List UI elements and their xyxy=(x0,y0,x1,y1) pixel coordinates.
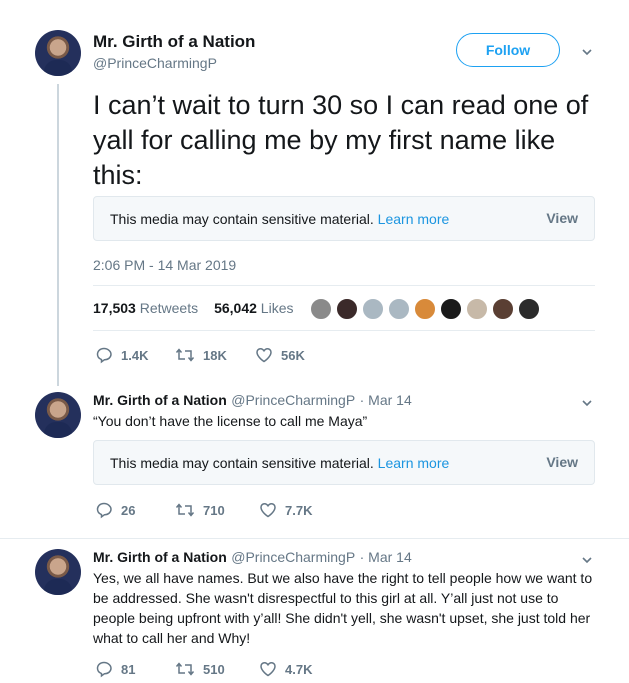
liker-avatars xyxy=(309,297,543,321)
reply-button[interactable]: 26 xyxy=(95,501,175,519)
divider xyxy=(93,330,595,331)
reply-header: Mr. Girth of a Nation @PrinceCharmingP ·… xyxy=(93,392,412,410)
avatar[interactable] xyxy=(35,549,81,595)
liker-avatar[interactable] xyxy=(413,297,437,321)
heart-icon xyxy=(260,502,276,518)
liker-avatar[interactable] xyxy=(361,297,385,321)
chevron-down-icon[interactable] xyxy=(580,45,594,59)
like-count: 7.7K xyxy=(285,502,313,518)
reply-count: 81 xyxy=(121,661,136,677)
like-count: 56K xyxy=(281,347,305,363)
tweet-timestamp[interactable]: 2:06 PM - 14 Mar 2019 xyxy=(93,257,236,273)
reply-icon xyxy=(96,661,112,678)
handle[interactable]: @PrinceCharmingP xyxy=(93,55,255,71)
retweet-count: 710 xyxy=(203,502,225,518)
reply-button[interactable]: 1.4K xyxy=(95,346,175,364)
display-name[interactable]: Mr. Girth of a Nation xyxy=(93,392,227,408)
view-media-button[interactable]: View xyxy=(546,210,578,226)
liker-avatar[interactable] xyxy=(491,297,515,321)
handle[interactable]: @PrinceCharmingP xyxy=(231,392,355,408)
reply-icon xyxy=(96,502,112,519)
engagement-stats: 17,503 Retweets 56,042 Likes xyxy=(93,300,293,316)
media-warning-text: This media may contain sensitive materia… xyxy=(110,455,374,471)
divider xyxy=(0,538,629,539)
avatar[interactable] xyxy=(35,392,81,438)
liker-avatar[interactable] xyxy=(387,297,411,321)
retweet-icon xyxy=(175,503,195,517)
like-button[interactable]: 7.7K xyxy=(259,501,312,519)
avatar[interactable] xyxy=(35,30,81,76)
sensitive-media-notice: This media may contain sensitive materia… xyxy=(93,440,595,485)
retweet-icon xyxy=(175,348,195,362)
media-warning-text: This media may contain sensitive materia… xyxy=(110,211,374,227)
reply-count: 1.4K xyxy=(121,347,149,363)
retweet-count: 510 xyxy=(203,661,225,677)
likes-stat[interactable]: 56,042 Likes xyxy=(214,300,293,316)
retweets-stat[interactable]: 17,503 Retweets xyxy=(93,300,198,316)
chevron-down-icon[interactable] xyxy=(580,553,594,567)
retweet-icon xyxy=(175,662,195,676)
sensitive-media-notice: This media may contain sensitive materia… xyxy=(93,196,595,241)
tweet-text: “You don’t have the license to call me M… xyxy=(93,413,368,429)
thread-line xyxy=(57,84,59,386)
tweet-text: I can’t wait to turn 30 so I can read on… xyxy=(93,90,589,190)
retweet-button[interactable]: 710 xyxy=(175,501,259,519)
like-button[interactable]: 56K xyxy=(255,346,305,364)
tweet-date[interactable]: · Mar 14 xyxy=(360,549,412,565)
display-name[interactable]: Mr. Girth of a Nation xyxy=(93,549,227,565)
retweet-count: 18K xyxy=(203,347,227,363)
liker-avatar[interactable] xyxy=(517,297,541,321)
retweet-button[interactable]: 18K xyxy=(175,346,255,364)
heart-icon xyxy=(260,661,276,677)
like-button[interactable]: 4.7K xyxy=(259,660,312,678)
learn-more-link[interactable]: Learn more xyxy=(378,455,450,471)
like-count: 4.7K xyxy=(285,661,313,677)
reply-header: Mr. Girth of a Nation @PrinceCharmingP ·… xyxy=(93,549,412,567)
liker-avatar[interactable] xyxy=(309,297,333,321)
reply-icon xyxy=(96,347,112,364)
liker-avatar[interactable] xyxy=(439,297,463,321)
heart-icon xyxy=(256,347,272,363)
handle[interactable]: @PrinceCharmingP xyxy=(231,549,355,565)
tweet-actions: 1.4K 18K 56K xyxy=(95,346,305,364)
chevron-down-icon[interactable] xyxy=(580,396,594,410)
reply-count: 26 xyxy=(121,502,136,518)
tweet-actions: 81 510 4.7K xyxy=(95,660,312,678)
retweet-button[interactable]: 510 xyxy=(175,660,259,678)
view-media-button[interactable]: View xyxy=(546,454,578,470)
reply-button[interactable]: 81 xyxy=(95,660,175,678)
tweet-date[interactable]: · Mar 14 xyxy=(360,392,412,408)
tweet-actions: 26 710 7.7K xyxy=(95,501,312,519)
divider xyxy=(93,285,595,286)
learn-more-link[interactable]: Learn more xyxy=(378,211,450,227)
follow-button[interactable]: Follow xyxy=(456,33,560,67)
display-name[interactable]: Mr. Girth of a Nation xyxy=(93,32,255,52)
liker-avatar[interactable] xyxy=(465,297,489,321)
liker-avatar[interactable] xyxy=(335,297,359,321)
tweet-text: Yes, we all have names. But we also have… xyxy=(93,570,593,646)
